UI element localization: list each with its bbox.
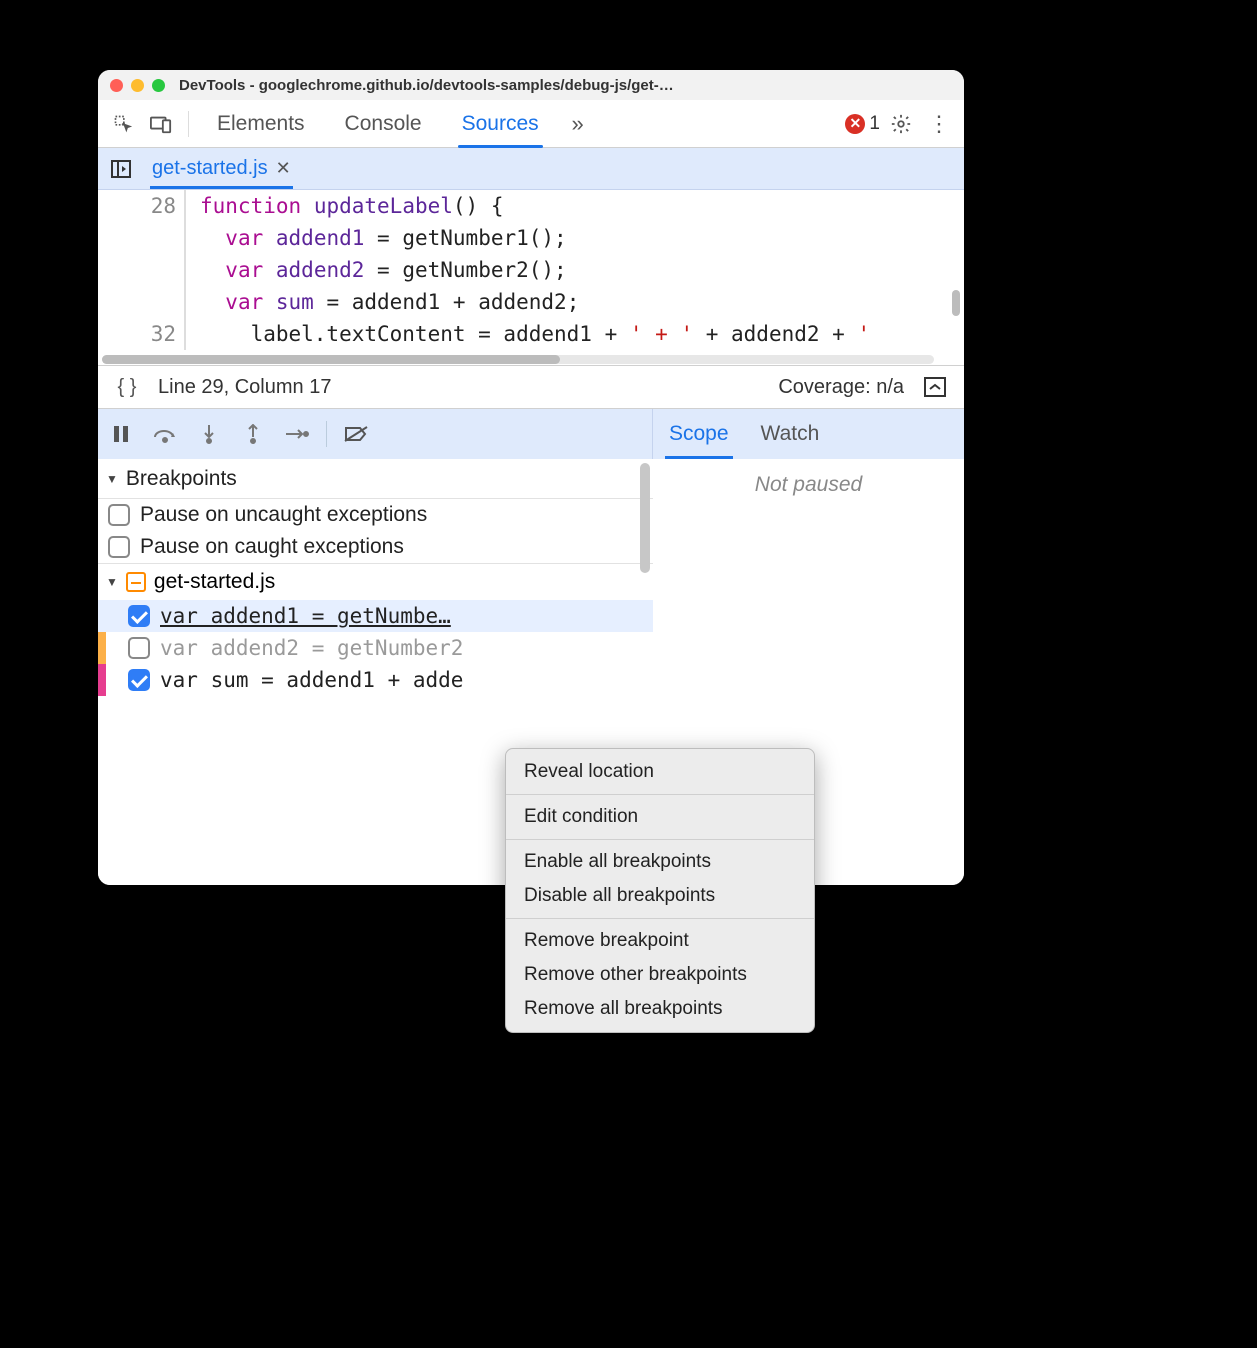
- ctx-reveal-location[interactable]: Reveal location: [506, 755, 814, 789]
- breakpoint-row[interactable]: var sum = addend1 + adde: [98, 664, 653, 696]
- tab-scope[interactable]: Scope: [653, 409, 745, 459]
- breakpoint-context-menu: Reveal location Edit condition Enable al…: [505, 748, 815, 1033]
- disclosure-triangle-icon: ▼: [106, 575, 118, 589]
- navigator-toggle-icon[interactable]: [104, 152, 138, 186]
- menu-separator: [506, 918, 814, 919]
- code-line: var addend1 = getNumber1();: [200, 222, 567, 254]
- checkbox-pause-uncaught[interactable]: [108, 504, 130, 526]
- breakpoint-file-label: get-started.js: [154, 570, 275, 594]
- device-toolbar-icon[interactable]: [144, 107, 178, 141]
- error-badge[interactable]: ✕ 1: [845, 113, 880, 135]
- step-over-icon[interactable]: [150, 419, 180, 449]
- editor-statusbar: { } Line 29, Column 17 Coverage: n/a: [98, 365, 964, 409]
- breakpoint-label: var addend2 = getNumber2: [160, 636, 647, 660]
- window-title: DevTools - googlechrome.github.io/devtoo…: [179, 77, 952, 94]
- close-window-button[interactable]: [110, 79, 123, 92]
- js-file-icon: [126, 572, 146, 592]
- breakpoint-row[interactable]: var addend2 = getNumber2: [98, 632, 653, 664]
- checkbox-pause-caught[interactable]: [108, 536, 130, 558]
- step-out-icon[interactable]: [238, 419, 268, 449]
- pause-uncaught-row[interactable]: Pause on uncaught exceptions: [98, 499, 653, 531]
- divider: [188, 111, 189, 137]
- vertical-scrollbar[interactable]: [952, 290, 960, 316]
- main-tabbar: Elements Console Sources » ✕ 1 ⋮: [98, 100, 964, 148]
- ctx-remove-all[interactable]: Remove all breakpoints: [506, 992, 814, 1026]
- code-editor[interactable]: 28 function updateLabel() { 29 var adden…: [98, 190, 964, 365]
- breakpoint-stripe-logpoint: [98, 664, 106, 696]
- breakpoint-label: var addend1 = getNumbe…: [160, 604, 647, 628]
- line-number[interactable]: 32: [98, 318, 184, 350]
- disclosure-triangle-icon: ▼: [106, 472, 118, 486]
- breakpoints-header-label: Breakpoints: [126, 467, 237, 491]
- ctx-disable-all[interactable]: Disable all breakpoints: [506, 879, 814, 913]
- maximize-window-button[interactable]: [152, 79, 165, 92]
- not-paused-label: Not paused: [755, 473, 862, 496]
- pause-icon[interactable]: [106, 419, 136, 449]
- close-tab-icon[interactable]: ✕: [276, 158, 291, 179]
- step-icon[interactable]: [282, 419, 312, 449]
- pretty-print-icon[interactable]: { }: [110, 370, 144, 404]
- collapse-icon[interactable]: [918, 370, 952, 404]
- breakpoints-section-header[interactable]: ▼ Breakpoints: [98, 459, 653, 499]
- tab-console[interactable]: Console: [327, 100, 440, 147]
- titlebar: DevTools - googlechrome.github.io/devtoo…: [98, 70, 964, 100]
- error-count: 1: [869, 113, 880, 135]
- breakpoint-label: var sum = addend1 + adde: [160, 668, 647, 692]
- tab-elements[interactable]: Elements: [199, 100, 323, 147]
- checkbox-breakpoint-2[interactable]: [128, 637, 150, 659]
- code-line: var sum = addend1 + addend2;: [200, 286, 579, 318]
- line-number[interactable]: 28: [98, 190, 184, 222]
- panel-scrollbar[interactable]: [640, 463, 650, 573]
- ctx-remove-breakpoint[interactable]: Remove breakpoint: [506, 924, 814, 958]
- settings-icon[interactable]: [884, 107, 918, 141]
- inspect-element-icon[interactable]: [106, 107, 140, 141]
- ctx-edit-condition[interactable]: Edit condition: [506, 800, 814, 834]
- horizontal-scrollbar[interactable]: [102, 355, 934, 364]
- deactivate-breakpoints-icon[interactable]: [341, 419, 371, 449]
- traffic-lights: [110, 79, 165, 92]
- coverage-status: Coverage: n/a: [778, 376, 904, 399]
- file-tab-get-started[interactable]: get-started.js ✕: [138, 148, 305, 189]
- cursor-position: Line 29, Column 17: [158, 376, 331, 399]
- minimize-window-button[interactable]: [131, 79, 144, 92]
- breakpoint-stripe-conditional: [98, 632, 106, 664]
- ctx-remove-other[interactable]: Remove other breakpoints: [506, 958, 814, 992]
- code-line: function updateLabel() {: [200, 190, 503, 222]
- pause-uncaught-label: Pause on uncaught exceptions: [140, 503, 427, 527]
- error-icon: ✕: [845, 114, 865, 134]
- file-tabbar: get-started.js ✕: [98, 148, 964, 190]
- more-tabs-icon[interactable]: »: [561, 107, 595, 141]
- kebab-menu-icon[interactable]: ⋮: [922, 107, 956, 141]
- file-tab-label: get-started.js: [152, 157, 268, 180]
- menu-separator: [506, 839, 814, 840]
- step-into-icon[interactable]: [194, 419, 224, 449]
- tab-sources[interactable]: Sources: [444, 100, 557, 147]
- pause-caught-label: Pause on caught exceptions: [140, 535, 404, 559]
- breakpoint-row-selected[interactable]: var addend1 = getNumbe…: [98, 600, 653, 632]
- breakpoint-file-header[interactable]: ▼ get-started.js: [98, 563, 653, 600]
- code-line: label.textContent = addend1 + ' + ' + ad…: [200, 318, 870, 350]
- menu-separator: [506, 794, 814, 795]
- ctx-enable-all[interactable]: Enable all breakpoints: [506, 845, 814, 879]
- pause-caught-row[interactable]: Pause on caught exceptions: [98, 531, 653, 563]
- checkbox-breakpoint-3[interactable]: [128, 669, 150, 691]
- tab-watch[interactable]: Watch: [745, 409, 836, 459]
- debugger-toolbar-row: Scope Watch: [98, 409, 964, 459]
- code-line: var addend2 = getNumber2();: [200, 254, 567, 286]
- checkbox-breakpoint-1[interactable]: [128, 605, 150, 627]
